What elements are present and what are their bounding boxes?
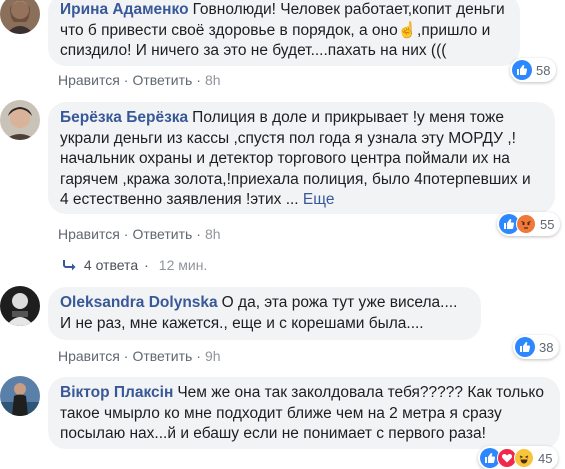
comment-1: Ирина Адаменко Говнолюди! Человек работае… — [0, 0, 565, 95]
avatar[interactable] — [0, 0, 40, 34]
reaction-count: 38 — [539, 339, 554, 355]
reply-arrow-icon — [62, 258, 80, 274]
avatar[interactable] — [0, 286, 40, 326]
comment-actions: Нравится · Ответить · 8h — [58, 226, 221, 242]
reaction-summary[interactable]: 58 — [510, 58, 557, 82]
reaction-summary[interactable]: 38 — [513, 335, 560, 359]
comment-actions: Нравится · Ответить · 8h — [58, 72, 221, 88]
avatar[interactable] — [0, 376, 40, 416]
like-reaction-icon — [512, 60, 532, 80]
comment-bubble: Ирина Адаменко Говнолюди! Человек работае… — [48, 0, 520, 66]
reaction-summary[interactable]: 45 — [478, 446, 559, 469]
comment-bubble: Берёзка Берёзка Полиция в доле и прикрыва… — [48, 102, 555, 214]
avatar[interactable] — [0, 100, 40, 140]
comment-time[interactable]: 9h — [205, 348, 221, 364]
reply-link[interactable]: Ответить — [132, 226, 192, 242]
comment-author[interactable]: Oleksandra Dolynska — [60, 294, 218, 311]
view-replies[interactable]: 4 ответа · 12 мин. — [62, 257, 207, 274]
reaction-summary[interactable]: 55 — [497, 212, 561, 236]
comment-time[interactable]: 8h — [205, 226, 221, 242]
comment-author[interactable]: Ирина Адаменко — [60, 1, 189, 18]
reply-link[interactable]: Ответить — [132, 72, 192, 88]
reply-link[interactable]: Ответить — [132, 348, 192, 364]
see-more-link[interactable]: Еще — [303, 191, 335, 208]
replies-count[interactable]: 4 ответа — [84, 257, 138, 273]
comment-time[interactable]: 8h — [205, 72, 221, 88]
comment-2: Берёзка Берёзка Полиция в доле и прикрыва… — [0, 100, 565, 250]
comment-bubble: Віктор Плаксін Чем же она так заколдовала… — [48, 377, 560, 449]
comment-bubble: Oleksandra Dolynska О да, эта рожа тут уж… — [48, 287, 481, 340]
comment-author[interactable]: Віктор Плаксін — [60, 384, 173, 401]
replies-time: 12 мин. — [158, 257, 208, 273]
comment-4: Віктор Плаксін Чем же она так заколдовала… — [0, 376, 565, 469]
reaction-count: 55 — [540, 216, 555, 232]
reaction-count: 45 — [538, 450, 553, 466]
haha-reaction-icon — [514, 448, 534, 468]
angry-reaction-icon — [516, 214, 536, 234]
like-link[interactable]: Нравится — [58, 348, 120, 364]
like-link[interactable]: Нравится — [58, 226, 120, 242]
reaction-count: 58 — [536, 62, 551, 78]
comment-actions: Нравится · Ответить · 9h — [58, 348, 221, 364]
like-link[interactable]: Нравится — [58, 72, 120, 88]
comment-3: Oleksandra Dolynska О да, эта рожа тут уж… — [0, 286, 565, 368]
like-reaction-icon — [515, 337, 535, 357]
comment-author[interactable]: Берёзка Берёзка — [60, 109, 188, 126]
